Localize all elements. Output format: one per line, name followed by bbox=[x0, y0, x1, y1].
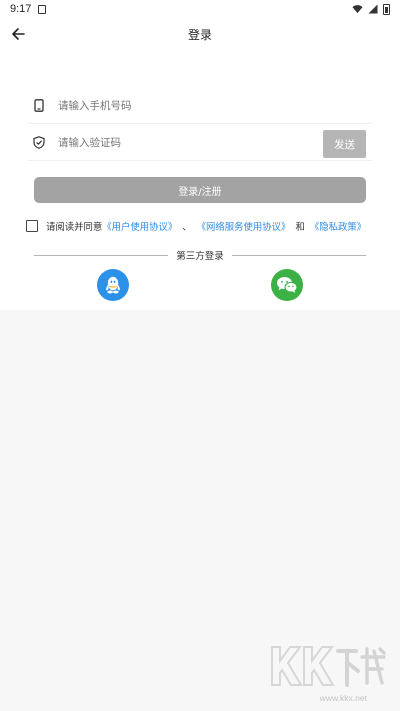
agreement-separator: 、 bbox=[182, 222, 192, 233]
page-title: 登录 bbox=[187, 28, 212, 42]
service-agreement-link[interactable]: 《网络服务使用协议》 bbox=[197, 219, 291, 233]
status-icons bbox=[352, 3, 390, 15]
qq-icon bbox=[106, 276, 120, 294]
phone-icon bbox=[32, 99, 46, 113]
signal-icon bbox=[368, 4, 378, 14]
agreement-checkbox[interactable] bbox=[26, 220, 38, 232]
third-party-label: 第三方登录 bbox=[176, 251, 224, 262]
notification-icon bbox=[38, 4, 47, 14]
code-input[interactable] bbox=[58, 136, 258, 149]
wechat-login-button[interactable] bbox=[271, 269, 303, 301]
login-card: 登录 发送 登录/注册 请阅读并同意 《用户使用协议》 、 《网络服务使用协议》… bbox=[0, 18, 400, 310]
shield-check-icon bbox=[32, 136, 46, 150]
watermark-url: www.kkx.net bbox=[319, 693, 367, 703]
login-register-button[interactable]: 登录/注册 bbox=[34, 177, 366, 203]
divider-line-right bbox=[231, 254, 367, 256]
kkx-watermark-logo bbox=[271, 646, 386, 687]
third-party-divider: 第三方登录 bbox=[34, 247, 367, 263]
status-bar: 9:17 bbox=[0, 0, 400, 18]
battery-icon bbox=[383, 3, 390, 15]
wifi-icon bbox=[352, 5, 363, 14]
agreement-and: 和 bbox=[295, 222, 305, 233]
phone-input[interactable] bbox=[58, 99, 258, 112]
top-bar: 登录 bbox=[0, 18, 400, 50]
user-agreement-link[interactable]: 《用户使用协议》 bbox=[102, 219, 177, 233]
status-time: 9:17 bbox=[10, 3, 32, 15]
agreement-row: 请阅读并同意 《用户使用协议》 、 《网络服务使用协议》 和 《隐私政策》 bbox=[26, 218, 366, 234]
agreement-prefix: 请阅读并同意 bbox=[46, 222, 103, 233]
privacy-policy-link[interactable]: 《隐私政策》 bbox=[310, 219, 366, 233]
phone-row bbox=[28, 88, 372, 124]
divider-line-left bbox=[34, 254, 169, 256]
code-row: 发送 bbox=[28, 125, 372, 161]
qq-login-button[interactable] bbox=[97, 269, 129, 301]
wechat-icon bbox=[277, 277, 298, 293]
send-code-button[interactable]: 发送 bbox=[323, 130, 366, 158]
